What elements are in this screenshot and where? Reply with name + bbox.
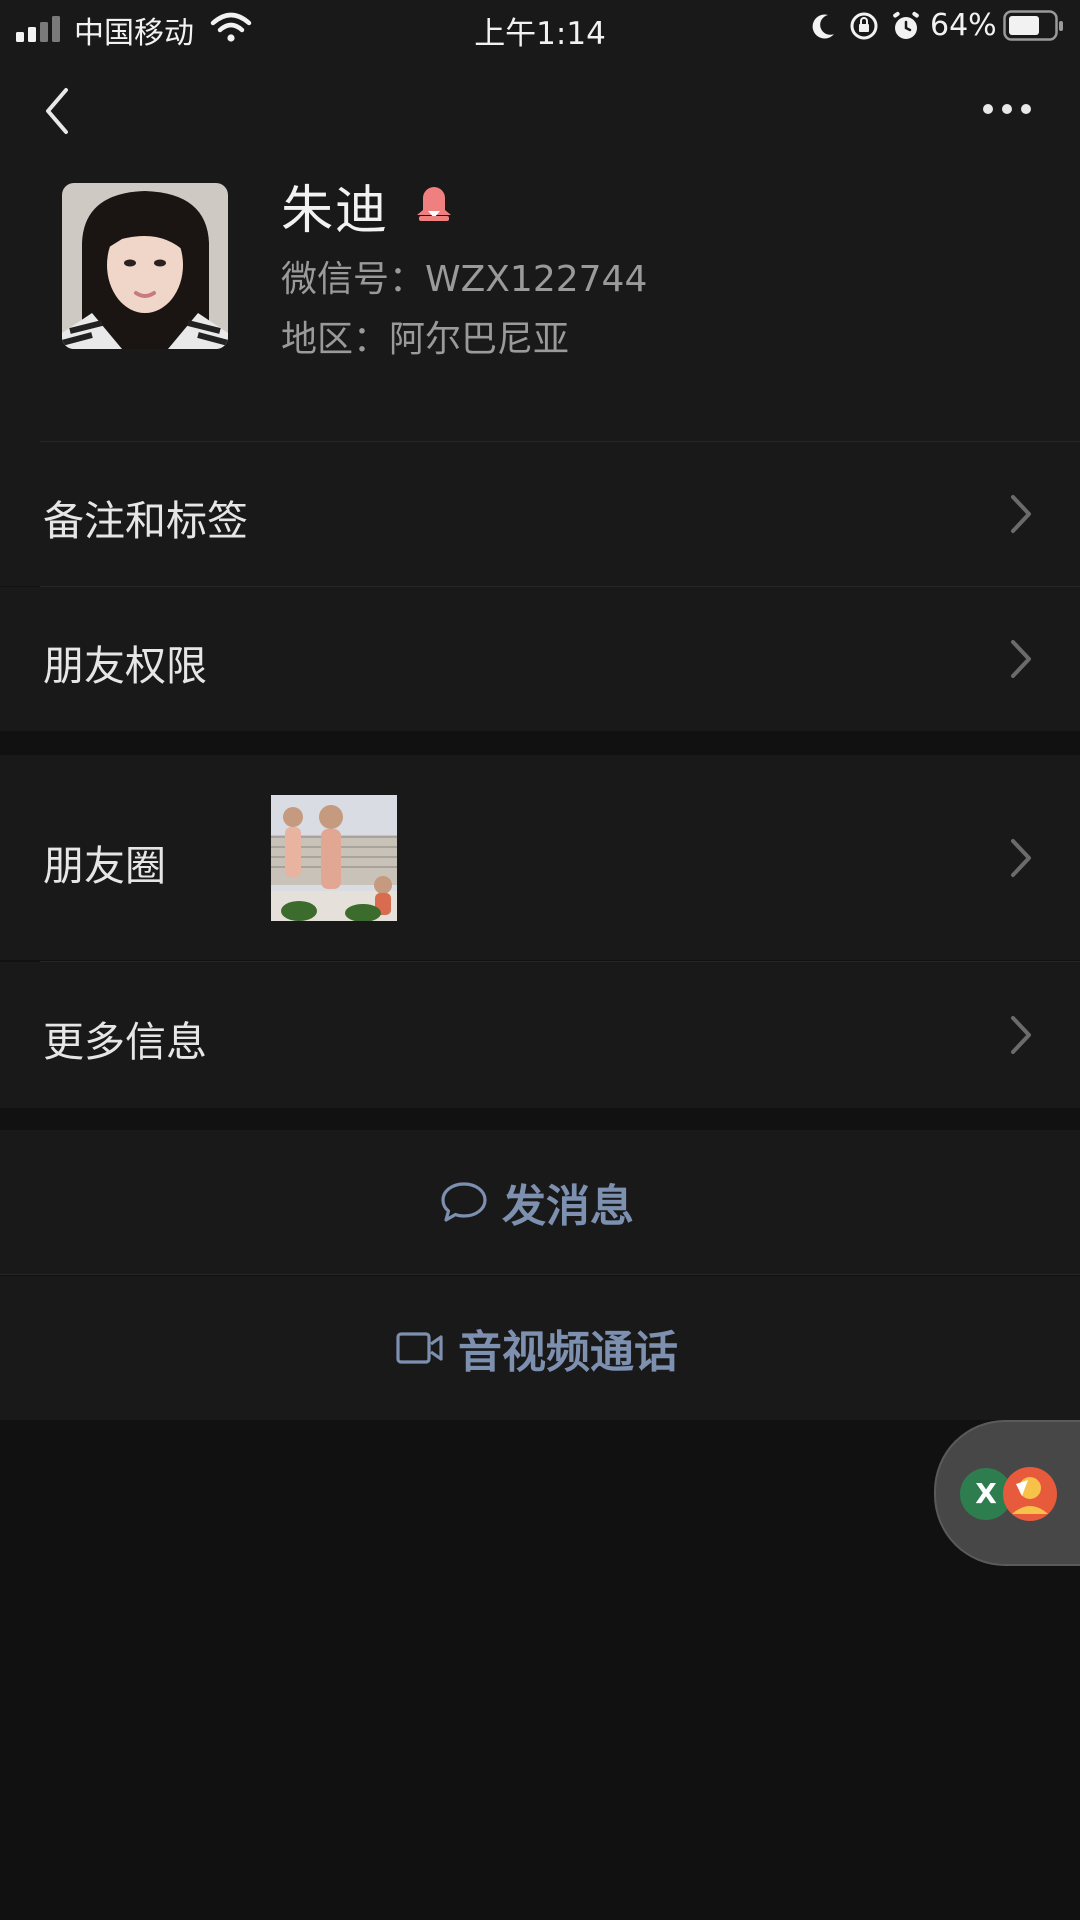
back-button[interactable]	[42, 86, 72, 136]
battery-icon	[1003, 10, 1063, 41]
avatar[interactable]	[62, 183, 228, 349]
divider	[0, 1274, 1080, 1275]
more-dots-icon[interactable]	[982, 102, 1032, 116]
chevron-right-icon	[1011, 640, 1031, 678]
battery-percentage: 64%	[930, 8, 997, 43]
chat-bubble-icon	[441, 1182, 487, 1222]
row-remarks-tags[interactable]: 备注和标签	[0, 442, 1080, 586]
floating-window-ball[interactable]: X	[934, 1420, 1080, 1566]
video-camera-icon	[396, 1332, 443, 1364]
send-message-label: 发消息	[502, 1181, 634, 1232]
row-more-info-label: 更多信息	[43, 1018, 207, 1066]
video-call-button[interactable]: 音视频通话	[0, 1276, 1080, 1420]
floating-avatar[interactable]	[1002, 1466, 1058, 1522]
region: 地区：阿尔巴尼亚	[281, 319, 570, 360]
chevron-right-icon	[1011, 495, 1031, 533]
row-moments-label: 朋友圈	[43, 842, 166, 890]
row-friend-permissions[interactable]: 朋友权限	[0, 587, 1080, 731]
wechat-id: 微信号：WZX122744	[281, 259, 648, 300]
row-moments[interactable]: 朋友圈	[0, 755, 1080, 960]
chevron-right-icon	[1011, 839, 1031, 877]
row-more-info[interactable]: 更多信息	[0, 962, 1080, 1108]
moon-icon	[812, 14, 834, 39]
moments-thumbnail[interactable]	[271, 795, 397, 921]
row-permissions-label: 朋友权限	[43, 642, 207, 690]
alarm-icon	[893, 11, 919, 39]
chevron-right-icon	[1011, 1016, 1031, 1054]
status-bar: 中国移动 上午1:14 64%	[0, 0, 1080, 54]
send-message-button[interactable]: 发消息	[0, 1130, 1080, 1274]
row-remarks-label: 备注和标签	[43, 497, 248, 545]
profile-name: 朱迪	[281, 181, 390, 241]
video-call-label: 音视频通话	[458, 1327, 678, 1378]
female-icon	[417, 187, 451, 221]
avatar-photo	[62, 183, 228, 349]
rotation-lock-icon	[850, 12, 878, 40]
